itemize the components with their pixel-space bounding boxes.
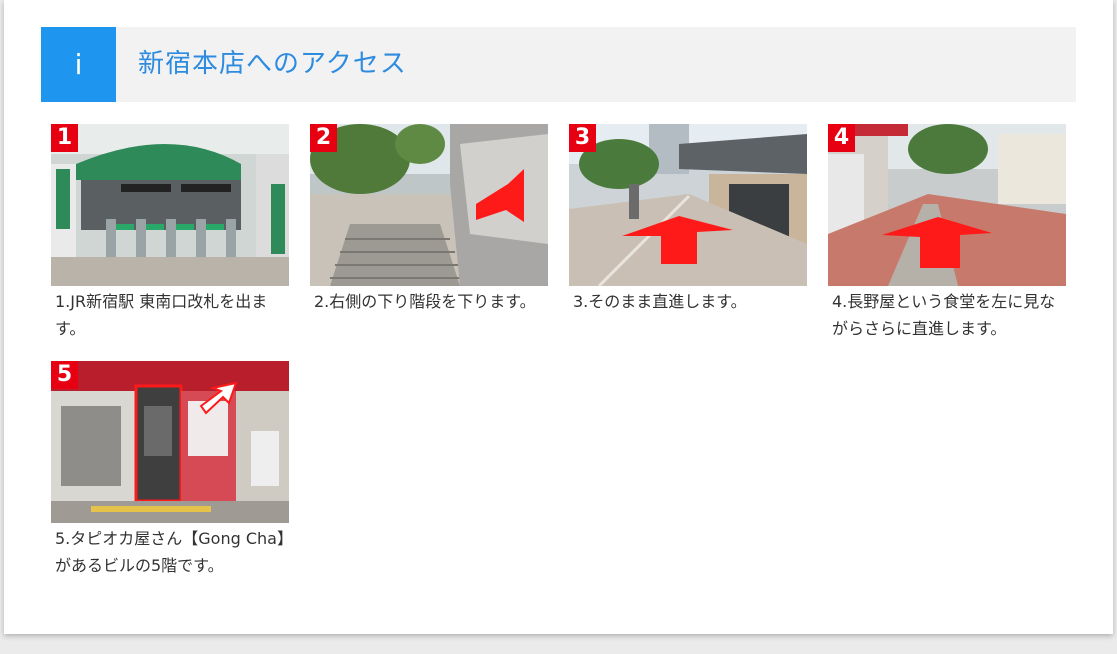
access-step-1: 1 1.JR新宿駅 東南口改札を出ます。 (51, 124, 289, 342)
access-step-3: 3 3.そのまま直進します。 (569, 124, 807, 315)
step-photo: 2 (310, 124, 548, 286)
step-number-badge: 4 (828, 124, 855, 152)
step-caption: 2.右側の下り階段を下ります。 (314, 292, 536, 311)
access-card: i 新宿本店へのアクセス 1 1.JR新宿駅 東南口改札を出ます。 2 2.右側… (4, 0, 1113, 634)
step-caption: 3.そのまま直進します。 (573, 292, 747, 311)
step-caption: 1.JR新宿駅 東南口改札を出ます。 (55, 292, 268, 338)
step-number-badge: 1 (51, 124, 78, 152)
section-title: 新宿本店へのアクセス (138, 49, 407, 79)
step-number-badge: 3 (569, 124, 596, 152)
access-step-5: 5 5.タピオカ屋さん【Gong Cha】があるビルの5階です。 (51, 361, 289, 579)
access-step-2: 2 2.右側の下り階段を下ります。 (310, 124, 548, 315)
step-caption: 4.長野屋という食堂を左に見ながらさらに直進します。 (832, 292, 1056, 338)
step-photo: 4 (828, 124, 1066, 286)
info-icon: i (41, 27, 116, 102)
step-number-badge: 5 (51, 361, 78, 389)
info-icon-glyph: i (74, 48, 83, 81)
access-step-4: 4 4.長野屋という食堂を左に見ながらさらに直進します。 (828, 124, 1066, 342)
step-photo: 3 (569, 124, 807, 286)
step-photo: 5 (51, 361, 289, 523)
section-header: i 新宿本店へのアクセス (41, 27, 1076, 102)
step-photo: 1 (51, 124, 289, 286)
step-caption: 5.タピオカ屋さん【Gong Cha】があるビルの5階です。 (55, 529, 285, 575)
step-number-badge: 2 (310, 124, 337, 152)
